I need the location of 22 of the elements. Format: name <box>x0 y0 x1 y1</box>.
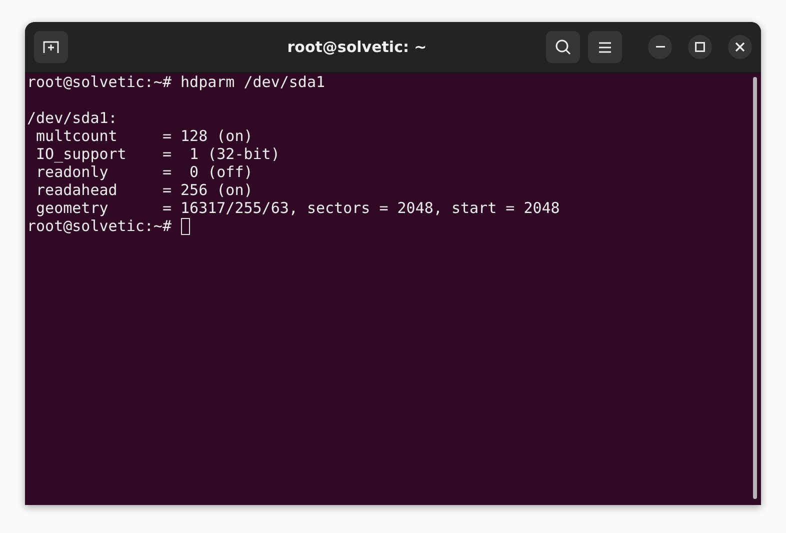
maximize-button[interactable] <box>688 35 712 59</box>
terminal-line: root@solvetic:~# hdparm /dev/sda1 <box>27 73 326 91</box>
menu-icon <box>599 42 611 52</box>
terminal-line: /dev/sda1: <box>27 109 118 127</box>
terminal-line: multcount = 128 (on) <box>35 127 253 145</box>
terminal-line: IO_support = 1 (32-bit) <box>35 145 280 163</box>
menu-button[interactable] <box>588 31 622 63</box>
terminal-prompt: root@solvetic:~# <box>27 217 172 235</box>
terminal-line: readahead = 256 (on) <box>35 181 253 199</box>
new-tab-button[interactable] <box>34 31 68 63</box>
terminal-line: geometry = 16317/255/63, sectors = 2048, start = 2048 <box>35 199 560 217</box>
window-title: root@solvetic: ~ <box>286 38 428 56</box>
new-tab-icon <box>43 40 59 54</box>
search-icon <box>555 39 571 55</box>
maximize-icon <box>695 42 705 52</box>
close-button[interactable] <box>728 35 752 59</box>
minimize-icon <box>656 46 664 48</box>
search-button[interactable] <box>546 31 580 63</box>
scrollbar[interactable] <box>753 77 757 499</box>
close-icon <box>735 42 745 52</box>
minimize-button[interactable] <box>648 35 672 59</box>
terminal-line: readonly = 0 (off) <box>35 163 253 181</box>
